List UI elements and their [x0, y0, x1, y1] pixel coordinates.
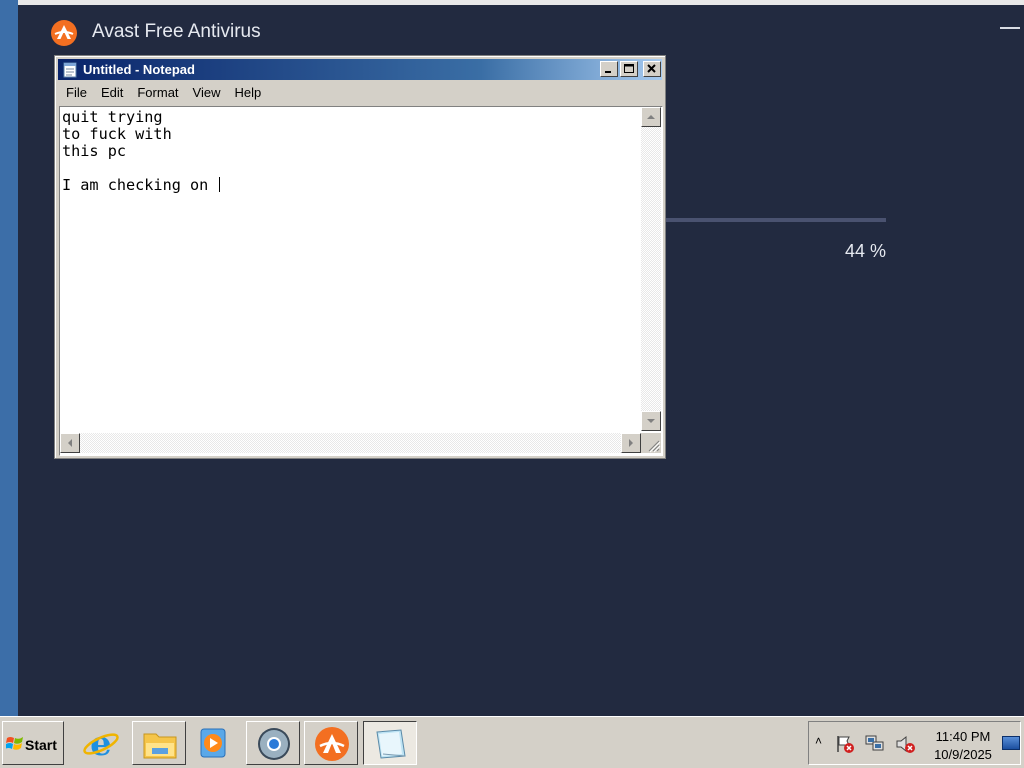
svg-text:e: e: [90, 725, 112, 761]
scroll-up-button[interactable]: [641, 107, 661, 127]
notepad-icon: [63, 62, 77, 78]
notepad-content[interactable]: quit trying to fuck with this pc I am ch…: [62, 108, 221, 194]
menu-format[interactable]: Format: [129, 82, 184, 100]
windows-logo-icon: [6, 737, 23, 750]
media-player-icon: [200, 728, 226, 758]
taskbar-windows-explorer[interactable]: [132, 721, 186, 765]
show-desktop-button[interactable]: [1002, 736, 1020, 750]
arrow-right-icon: [629, 439, 633, 447]
menu-file[interactable]: File: [58, 82, 93, 100]
text-caret: [219, 177, 221, 192]
internet-explorer-icon: e: [83, 725, 119, 761]
avast-title: Avast Free Antivirus: [92, 21, 261, 42]
notepad-text: quit trying to fuck with this pc I am ch…: [62, 108, 209, 194]
start-button[interactable]: Start: [2, 721, 64, 765]
maximize-icon: [624, 64, 634, 73]
network-icon[interactable]: [864, 734, 886, 754]
notepad-menubar: File Edit Format View Help: [58, 82, 267, 102]
volume-muted-icon[interactable]: [895, 734, 917, 754]
clock-date[interactable]: 10/9/2025: [927, 747, 999, 762]
close-button[interactable]: [643, 61, 661, 77]
close-icon: [647, 64, 656, 73]
arrow-up-icon: [647, 115, 655, 119]
notepad-icon: [376, 729, 406, 759]
scan-progress-fill: [666, 218, 763, 222]
scroll-right-button[interactable]: [621, 433, 641, 453]
scroll-down-button[interactable]: [641, 411, 661, 431]
maximize-button[interactable]: [620, 61, 638, 77]
horizontal-scrollbar[interactable]: [60, 433, 641, 453]
action-center-flag-icon[interactable]: [835, 734, 855, 754]
minimize-icon: [605, 71, 611, 73]
taskbar-internet-explorer[interactable]: e: [74, 721, 128, 765]
notepad-titlebar[interactable]: Untitled - Notepad: [58, 59, 662, 80]
notepad-text-area[interactable]: quit trying to fuck with this pc I am ch…: [59, 106, 663, 456]
vertical-scrollbar[interactable]: [641, 107, 661, 431]
taskbar-notepad[interactable]: [363, 721, 417, 765]
taskbar-media-player[interactable]: [188, 721, 242, 765]
avast-icon: [315, 727, 349, 761]
menu-edit[interactable]: Edit: [93, 82, 129, 100]
scan-progress-text: 44 %: [844, 241, 886, 261]
notepad-window[interactable]: Untitled - Notepad File Edit Format View Hel…: [54, 55, 666, 459]
taskbar-avast[interactable]: [304, 721, 358, 765]
desktop-background: [0, 0, 18, 716]
resize-grip-icon: [648, 440, 661, 453]
menu-help[interactable]: Help: [226, 82, 267, 100]
system-tray: ˄ 11:40 PM 10/9/2025: [808, 721, 1021, 765]
avast-minimize-button[interactable]: [1000, 27, 1020, 29]
minimize-button[interactable]: [600, 61, 618, 77]
taskbar-chrome[interactable]: [246, 721, 300, 765]
arrow-left-icon: [68, 439, 72, 447]
notepad-title: Untitled - Notepad: [83, 62, 195, 77]
clock-time[interactable]: 11:40 PM: [927, 729, 999, 744]
taskbar: Start e ˄ 11:40 PM 10/9/2025: [0, 716, 1024, 768]
chrome-icon: [258, 728, 290, 760]
resize-grip[interactable]: [641, 433, 661, 453]
arrow-down-icon: [647, 419, 655, 423]
start-label: Start: [25, 737, 57, 753]
scroll-left-button[interactable]: [60, 433, 80, 453]
show-hidden-icons-button[interactable]: ˄: [815, 734, 822, 748]
scan-progress-bar: [666, 218, 886, 222]
avast-logo-icon: [51, 20, 77, 46]
windows-explorer-icon: [143, 733, 177, 759]
menu-view[interactable]: View: [185, 82, 227, 100]
